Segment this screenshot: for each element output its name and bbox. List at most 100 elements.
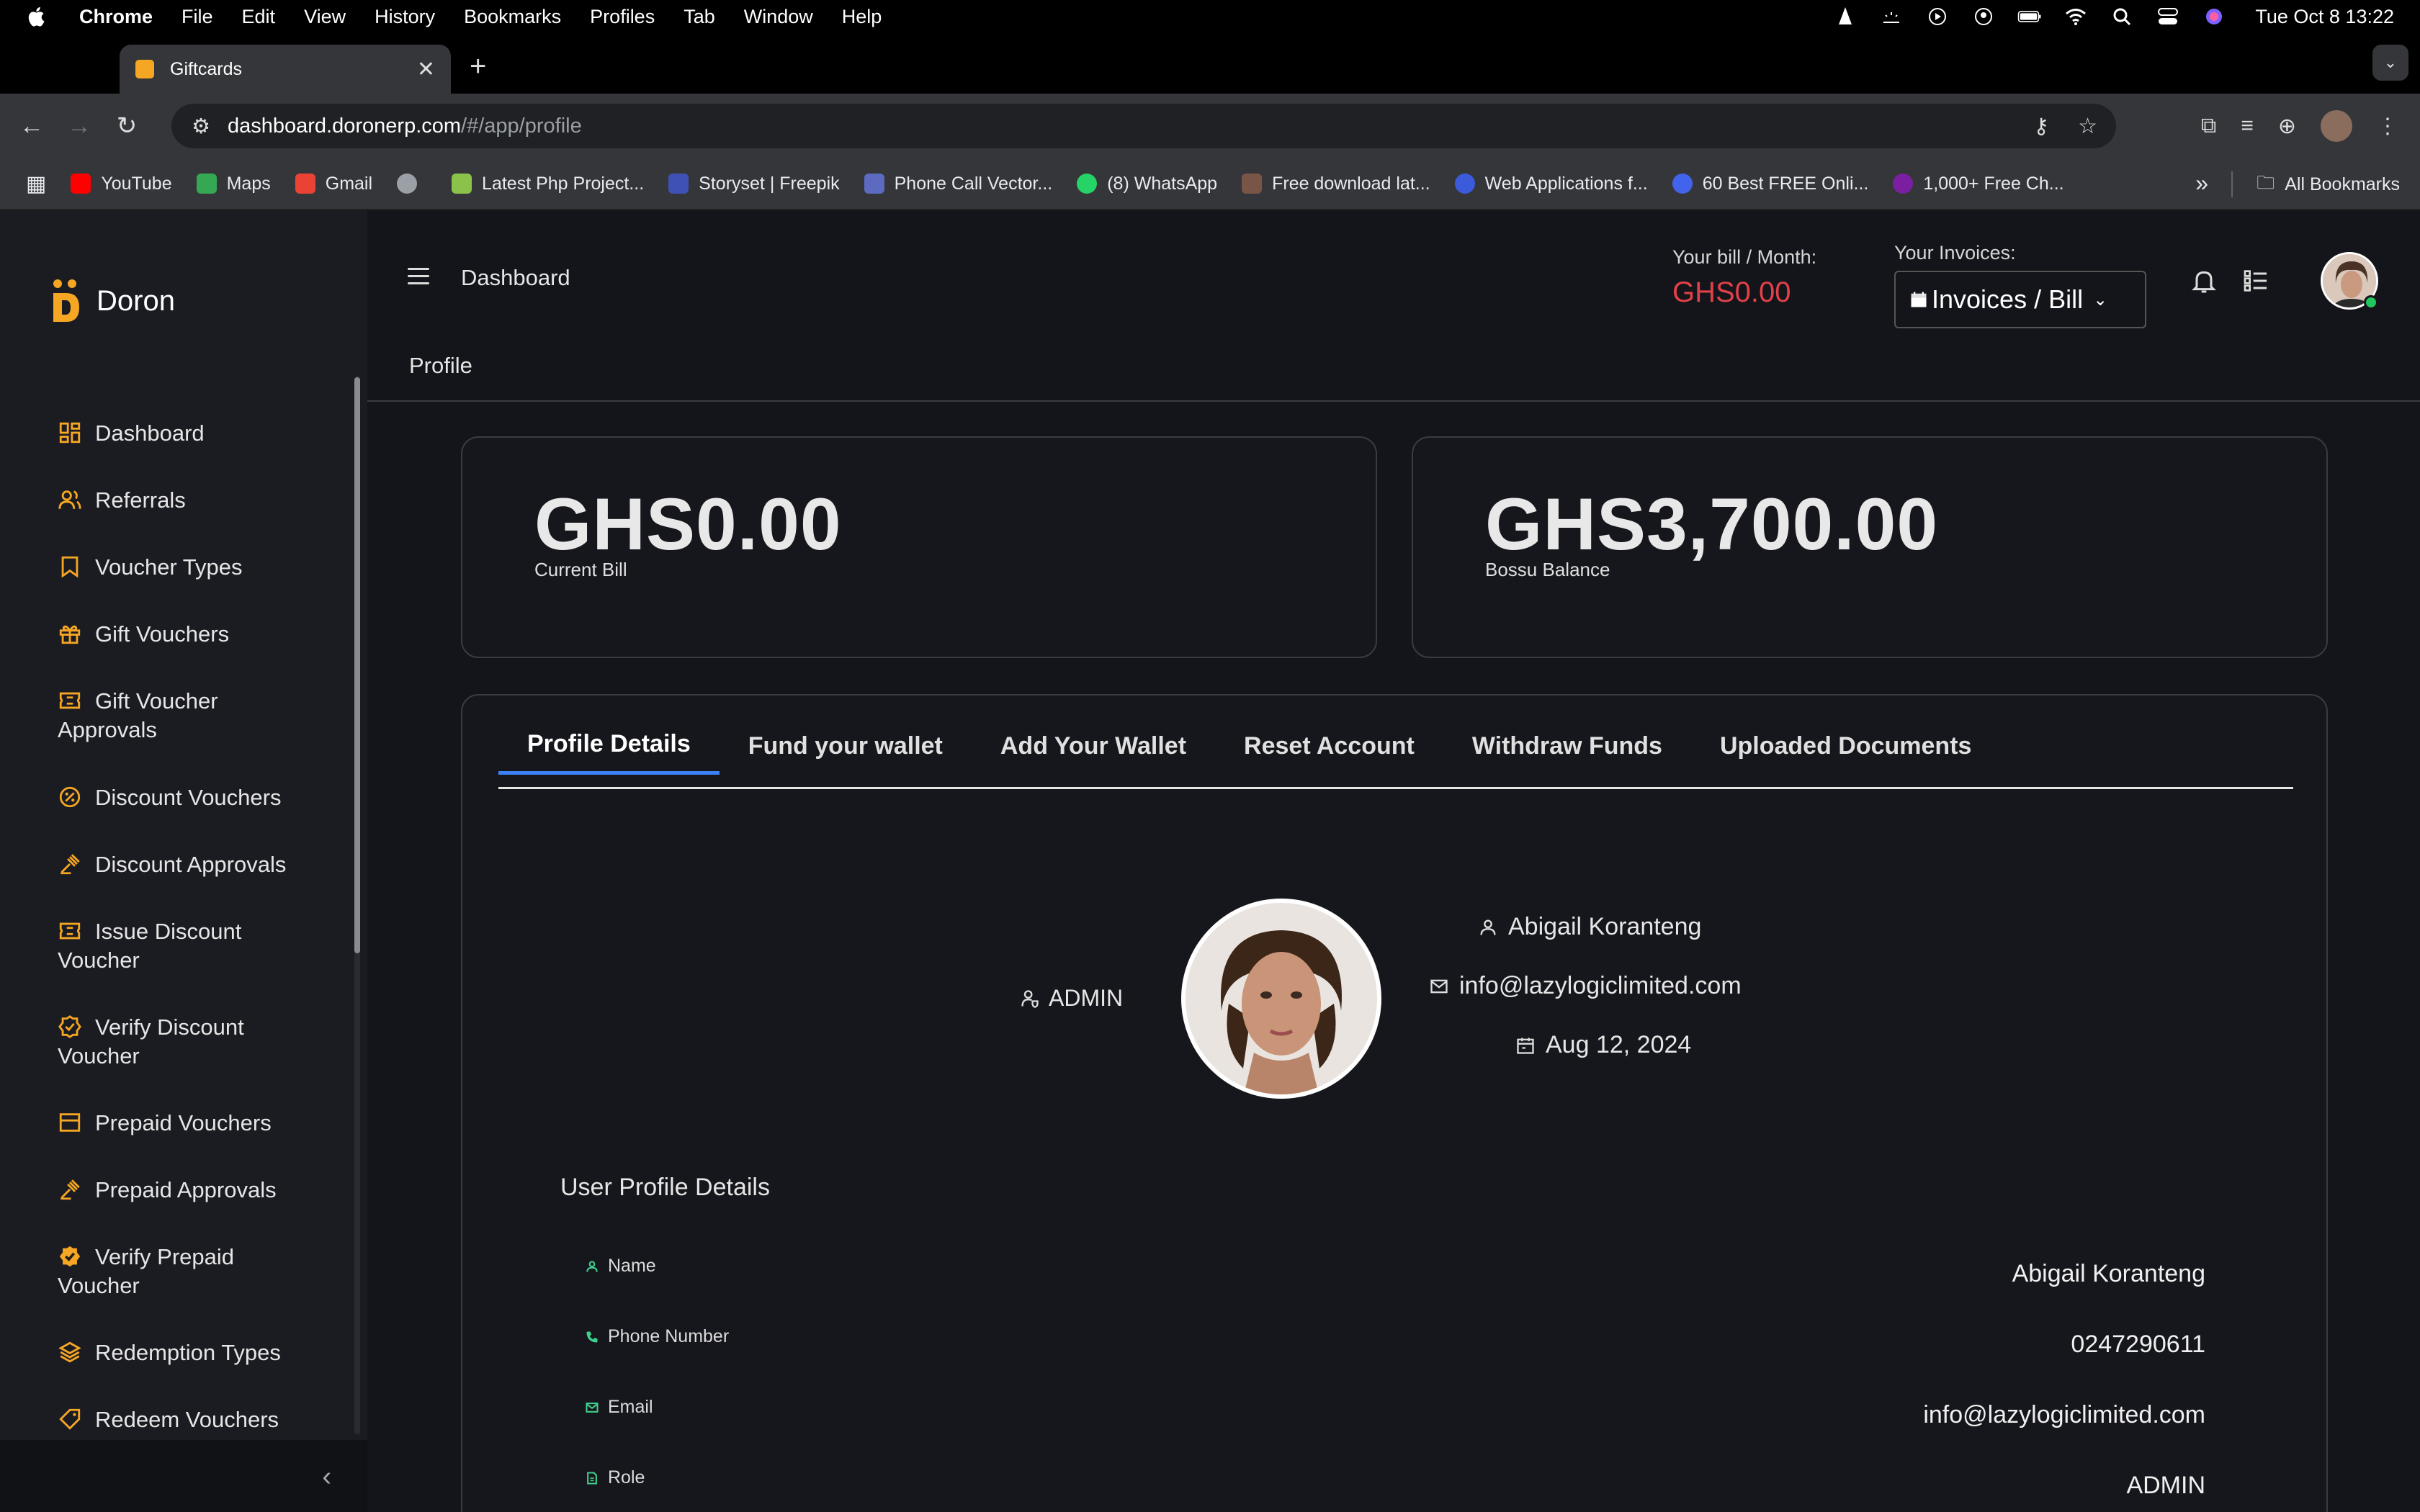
bookmark-1000-free[interactable]: 1,000+ Free Ch... xyxy=(1893,174,2064,194)
menubar-file[interactable]: File xyxy=(182,6,213,28)
freepik-icon xyxy=(668,174,689,194)
menubar-profiles[interactable]: Profiles xyxy=(590,6,655,28)
extensions-puzzle-icon[interactable]: ⧉ xyxy=(2201,114,2216,138)
sidebar-scrollbar-thumb[interactable] xyxy=(354,377,360,953)
tab-close-icon[interactable]: ✕ xyxy=(417,57,435,82)
bookmark-label: Phone Call Vector... xyxy=(894,173,1053,194)
sidebar-item-gift-voucher-approvals[interactable]: Gift Voucher Approvals xyxy=(0,687,317,744)
bookmarks-overflow-icon[interactable]: » xyxy=(2195,170,2208,197)
tab-profile-details[interactable]: Profile Details xyxy=(498,717,720,775)
bookmark-label: Storyset | Freepik xyxy=(699,173,840,194)
bookmark-storyset[interactable]: Storyset | Freepik xyxy=(668,173,840,194)
address-bar[interactable]: ⚙ dashboard.doronerp.com/#/app/profile ⚷… xyxy=(171,104,2116,148)
bookmark-maps[interactable]: Maps xyxy=(196,174,271,194)
profile-photo[interactable] xyxy=(1181,899,1381,1099)
tab-withdraw-funds[interactable]: Withdraw Funds xyxy=(1443,717,1691,775)
brand[interactable]: Doron xyxy=(36,261,324,341)
profile-name: Abigail Koranteng xyxy=(1478,913,1701,941)
menubar-bookmarks[interactable]: Bookmarks xyxy=(464,6,561,28)
sidebar-item-voucher-types[interactable]: Voucher Types xyxy=(0,553,317,582)
bookmark-whatsapp[interactable]: (8) WhatsApp xyxy=(1077,174,1217,194)
profile-avatar-icon[interactable] xyxy=(2321,110,2352,142)
sidebar-item-gift-vouchers[interactable]: Gift Vouchers xyxy=(0,620,317,649)
brightness-icon[interactable] xyxy=(1879,6,1904,27)
bookmark-youtube[interactable]: YouTube xyxy=(71,174,172,194)
bookmark-globe[interactable] xyxy=(397,174,427,194)
menubar-app-name[interactable]: Chrome xyxy=(79,6,153,28)
download-site-icon xyxy=(1242,174,1263,194)
control-center-icon[interactable] xyxy=(2156,6,2180,27)
collapse-sidebar-icon[interactable]: ‹ xyxy=(322,1462,331,1493)
browser-tab[interactable]: Giftcards ✕ xyxy=(120,45,451,94)
sidebar-item-redemption-types[interactable]: Redemption Types xyxy=(0,1338,317,1367)
tab-uploaded-documents[interactable]: Uploaded Documents xyxy=(1691,717,2000,775)
sidebar-item-label: Redeem Vouchers xyxy=(95,1407,279,1432)
tab-reset-account[interactable]: Reset Account xyxy=(1215,717,1443,775)
battery-icon[interactable] xyxy=(2017,6,2042,27)
sidebar-item-discount-approvals[interactable]: Discount Approvals xyxy=(0,850,317,879)
bookmark-label: Gmail xyxy=(325,173,373,194)
all-bookmarks[interactable]: 🗀 All Bookmarks xyxy=(2257,158,2400,210)
bookmark-star-icon[interactable]: ☆ xyxy=(2078,114,2097,139)
clock[interactable]: Tue Oct 8 13:22 xyxy=(2255,6,2394,28)
task-list-icon[interactable] xyxy=(2241,266,2270,295)
bookmark-php-projects[interactable]: Latest Php Project... xyxy=(452,174,644,194)
forward-arrow-icon[interactable]: → xyxy=(63,110,95,142)
wifi-icon[interactable] xyxy=(2063,6,2088,27)
profile-joined: Aug 12, 2024 xyxy=(1515,1031,1691,1059)
chrome-menu-icon[interactable]: ⋮ xyxy=(2377,114,2398,139)
vlc-icon[interactable] xyxy=(1833,6,1857,27)
bookmark-60-best[interactable]: 60 Best FREE Onli... xyxy=(1672,174,1868,194)
menubar-window[interactable]: Window xyxy=(744,6,813,28)
calendar-icon xyxy=(1911,292,1927,307)
bookmark-web-apps[interactable]: Web Applications f... xyxy=(1454,174,1648,194)
reload-icon[interactable]: ↻ xyxy=(111,110,143,142)
status-icons: Tue Oct 8 13:22 xyxy=(1833,0,2394,33)
layers-icon xyxy=(58,1341,81,1363)
bell-icon[interactable] xyxy=(2190,266,2218,295)
sidebar-item-issue-discount-voucher[interactable]: Issue Discount Voucher xyxy=(0,917,317,975)
menubar-edit[interactable]: Edit xyxy=(242,6,276,28)
bookmarks-divider xyxy=(2231,171,2233,197)
app-header: Dashboard Your bill / Month: GHS0.00 You… xyxy=(367,210,2420,333)
tab-fund-wallet[interactable]: Fund your wallet xyxy=(720,717,972,775)
download-icon[interactable]: ⊕ xyxy=(2278,114,2296,139)
bookmark-phone-call[interactable]: Phone Call Vector... xyxy=(864,173,1053,194)
sidebar-item-verify-prepaid-voucher[interactable]: Verify Prepaid Voucher xyxy=(0,1243,317,1300)
sidebar-item-redeem-vouchers[interactable]: Redeem Vouchers xyxy=(0,1405,317,1434)
invoices-dropdown[interactable]: Invoices / Bill ⌄ xyxy=(1894,271,2146,328)
profile-name-text: Abigail Koranteng xyxy=(1508,913,1702,940)
user-shield-icon xyxy=(1021,989,1039,1008)
sidebar-item-referrals[interactable]: Referrals xyxy=(0,486,317,515)
tab-add-wallet[interactable]: Add Your Wallet xyxy=(972,717,1215,775)
verified-filled-icon xyxy=(59,1246,81,1267)
hamburger-menu-icon[interactable] xyxy=(408,268,429,285)
new-tab-icon[interactable]: + xyxy=(470,50,486,83)
menubar-view[interactable]: View xyxy=(304,6,346,28)
sidebar-item-verify-discount-voucher[interactable]: Verify Discount Voucher xyxy=(0,1013,317,1071)
bookmark-gmail[interactable]: Gmail xyxy=(295,174,372,194)
siri-icon[interactable] xyxy=(2202,6,2226,27)
sidebar-item-discount-vouchers[interactable]: Discount Vouchers xyxy=(0,783,317,812)
play-icon[interactable] xyxy=(1925,6,1950,27)
menubar-tab[interactable]: Tab xyxy=(684,6,715,28)
back-arrow-icon[interactable]: ← xyxy=(16,110,48,142)
mail-icon xyxy=(586,1402,599,1413)
detail-row-email: Email info@lazylogiclimited.com xyxy=(585,1397,2205,1440)
menubar-help[interactable]: Help xyxy=(842,6,882,28)
sidebar-item-dashboard[interactable]: Dashboard xyxy=(0,419,317,448)
tab-search-chevron-icon[interactable]: ⌄ xyxy=(2372,45,2408,81)
menubar-history[interactable]: History xyxy=(375,6,435,28)
spotlight-search-icon[interactable] xyxy=(2110,6,2134,27)
detail-label: Name xyxy=(585,1256,656,1277)
user-circle-icon[interactable] xyxy=(1971,6,1996,27)
balance-card: GHS3,700.00 Bossu Balance xyxy=(1412,436,2328,658)
apps-grid-icon[interactable]: ▦ xyxy=(26,171,46,197)
media-queue-icon[interactable]: ≡ xyxy=(2241,114,2254,138)
sidebar-item-prepaid-vouchers[interactable]: Prepaid Vouchers xyxy=(0,1109,317,1138)
sidebar-item-prepaid-approvals[interactable]: Prepaid Approvals xyxy=(0,1176,317,1205)
bookmark-free-download[interactable]: Free download lat... xyxy=(1242,174,1430,194)
apple-icon[interactable] xyxy=(27,5,48,28)
password-key-icon[interactable]: ⚷ xyxy=(2033,114,2049,139)
site-info-icon[interactable]: ⚙ xyxy=(192,114,210,139)
